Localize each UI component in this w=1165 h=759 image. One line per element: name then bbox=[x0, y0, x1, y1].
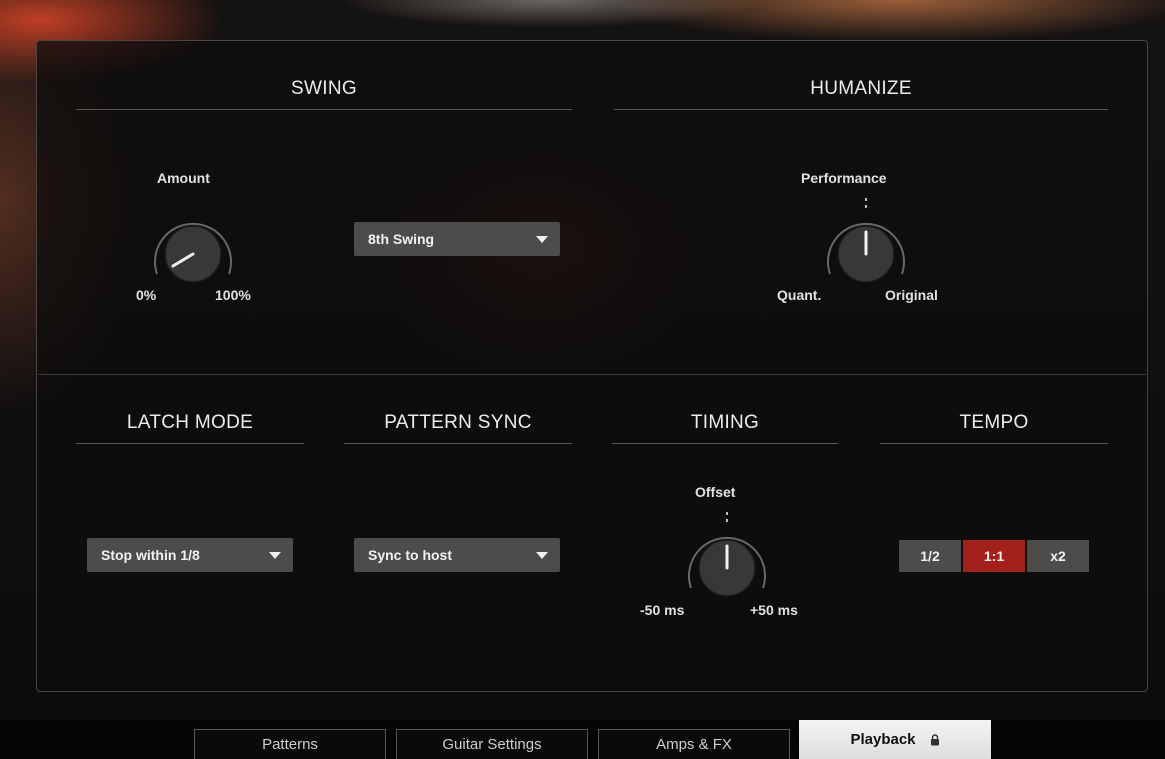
tab-amps-fx-label: Amps & FX bbox=[656, 736, 732, 753]
tab-guitar-settings-label: Guitar Settings bbox=[442, 736, 542, 753]
swing-amount-min: 0% bbox=[136, 287, 157, 303]
tab-patterns[interactable]: Patterns bbox=[194, 729, 386, 759]
latch-mode-dropdown[interactable]: Stop within 1/8 bbox=[87, 538, 293, 572]
playback-panel bbox=[36, 40, 1148, 692]
chevron-down-icon bbox=[536, 551, 548, 559]
tempo-normal-button[interactable]: 1:1 bbox=[963, 540, 1025, 572]
humanize-max-label: Original bbox=[885, 287, 938, 303]
latch-mode-section-title: LATCH MODE bbox=[76, 412, 304, 444]
timing-offset-label: Offset bbox=[695, 484, 736, 500]
swing-amount-max: 100% bbox=[215, 287, 251, 303]
timing-max-label: +50 ms bbox=[750, 602, 798, 618]
pattern-sync-dropdown[interactable]: Sync to host bbox=[354, 538, 560, 572]
section-divider bbox=[38, 374, 1146, 375]
timing-section-title: TIMING bbox=[612, 412, 838, 444]
tempo-half-button[interactable]: 1/2 bbox=[899, 540, 961, 572]
pattern-sync-section-title: PATTERN SYNC bbox=[344, 412, 572, 444]
pattern-sync-value: Sync to host bbox=[368, 547, 453, 563]
tab-amps-fx[interactable]: Amps & FX bbox=[598, 729, 790, 759]
timing-offset-knob[interactable] bbox=[679, 512, 775, 602]
swing-type-value: 8th Swing bbox=[368, 231, 435, 247]
chevron-down-icon bbox=[536, 235, 548, 243]
tab-guitar-settings[interactable]: Guitar Settings bbox=[396, 729, 588, 759]
performance-knob[interactable] bbox=[818, 198, 914, 288]
swing-amount-knob[interactable] bbox=[145, 212, 241, 288]
lock-icon bbox=[930, 733, 939, 745]
humanize-min-label: Quant. bbox=[777, 287, 822, 303]
tab-playback-label: Playback bbox=[850, 731, 916, 748]
performance-label: Performance bbox=[801, 170, 887, 186]
humanize-section-title: HUMANIZE bbox=[614, 78, 1108, 110]
tempo-section-title: TEMPO bbox=[880, 412, 1108, 444]
chevron-down-icon bbox=[269, 551, 281, 559]
tempo-double-button[interactable]: x2 bbox=[1027, 540, 1089, 572]
latch-mode-value: Stop within 1/8 bbox=[101, 547, 200, 563]
swing-section-title: SWING bbox=[76, 78, 572, 110]
timing-min-label: -50 ms bbox=[640, 602, 685, 618]
swing-amount-label: Amount bbox=[157, 170, 210, 186]
tab-playback[interactable]: Playback bbox=[799, 720, 991, 759]
tab-patterns-label: Patterns bbox=[262, 736, 318, 753]
swing-type-dropdown[interactable]: 8th Swing bbox=[354, 222, 560, 256]
